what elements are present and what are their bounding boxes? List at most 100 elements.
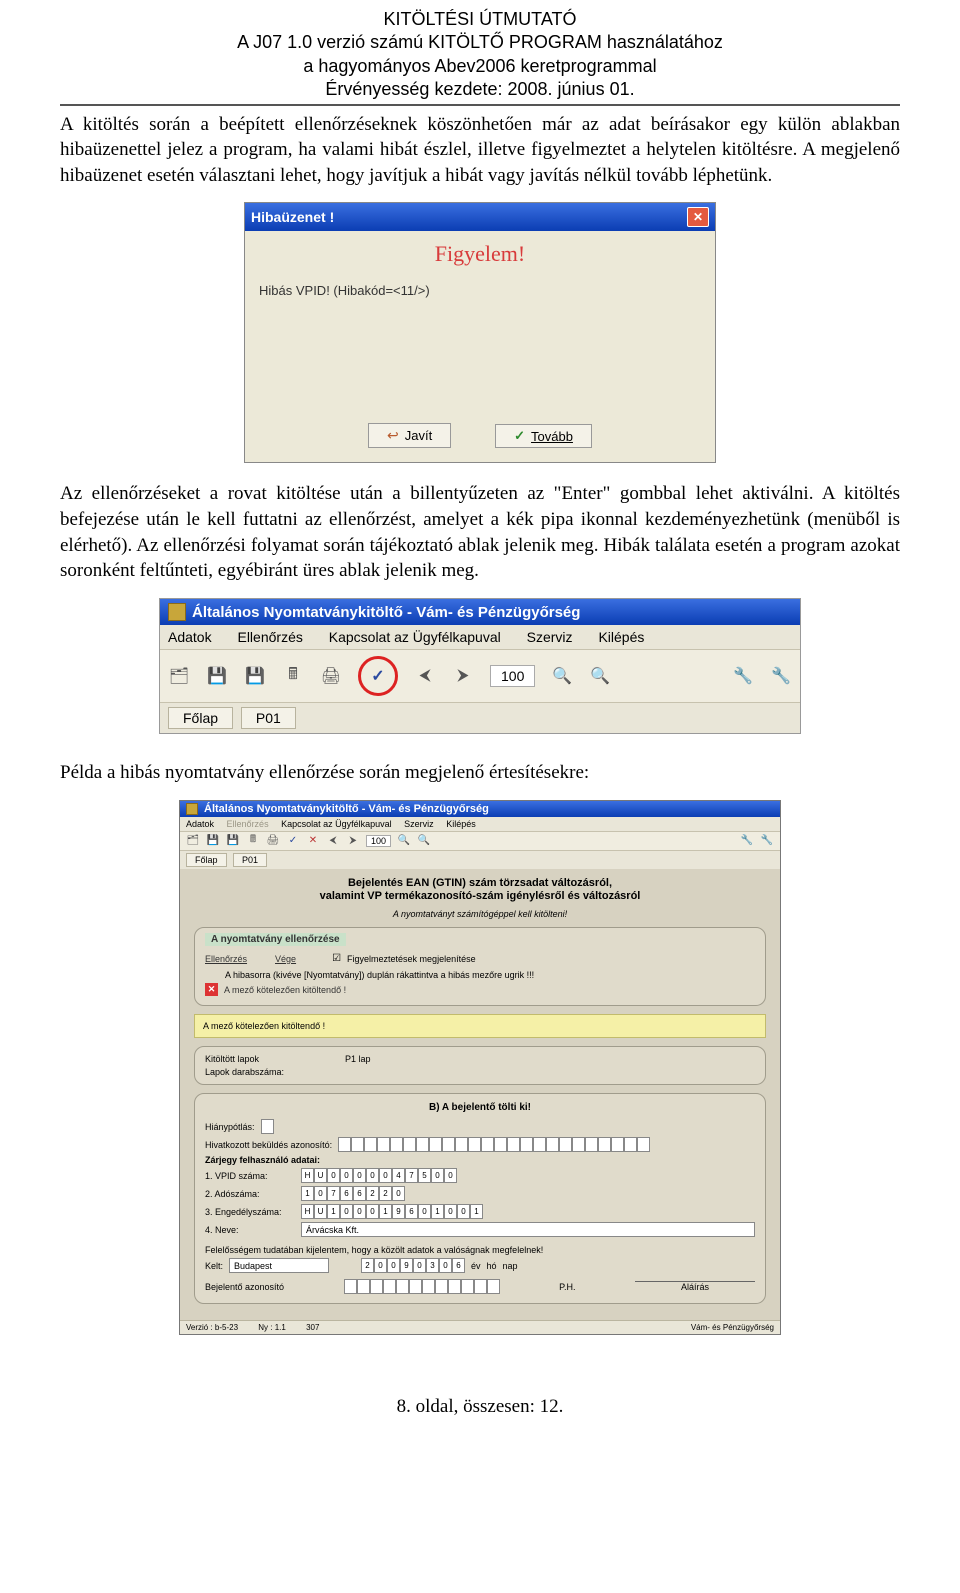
menu-szerviz[interactable]: Szerviz [527, 629, 573, 645]
menu-kapcsolat[interactable]: Kapcsolat az Ügyfélkapuval [329, 629, 501, 645]
tool-b-icon[interactable]: 🔧 [770, 665, 792, 687]
date-nap: nap [503, 1261, 518, 1271]
error-row-text[interactable]: A mező kötelezően kitöltendő ! [224, 985, 346, 995]
paragraph-2: Az ellenőrzéseket a rovat kitöltése után… [60, 481, 900, 584]
open-icon[interactable]: 🗂 [186, 834, 200, 848]
r1-label: 1. VPID száma: [205, 1171, 295, 1181]
next-button[interactable]: ✓ Tovább [495, 424, 592, 448]
next-button-label: Tovább [531, 429, 573, 444]
save-icon[interactable]: 💾 [206, 665, 228, 687]
header-line-3: a hagyományos Abev2006 keretprogrammal [60, 55, 900, 78]
zoomin-icon[interactable]: 🔍 [417, 834, 431, 848]
header-line-4: Érvényesség kezdete: 2008. június 01. [60, 78, 900, 101]
ph-text: P.H. [559, 1282, 575, 1292]
felelos-text: Felelősségem tudatában kijelentem, hogy … [205, 1245, 543, 1255]
tab-p01[interactable]: P01 [233, 853, 267, 867]
form-heading-1: Bejelentés EAN (GTIN) szám törzsadat vál… [194, 877, 766, 890]
check-icon[interactable]: ✓ [367, 665, 389, 687]
zoomout-icon[interactable]: 🔍 [397, 834, 411, 848]
calc-icon[interactable]: 🖩 [282, 665, 304, 687]
kelt-field[interactable]: Budapest [229, 1258, 329, 1273]
menu-szerviz[interactable]: Szerviz [404, 819, 434, 829]
saveas-icon[interactable]: 💾 [244, 665, 266, 687]
app-window: Általános Nyomtatványkitöltő - Vám- és P… [159, 598, 801, 734]
status-ny: Ny : 1.1 [258, 1323, 286, 1332]
zoomout-icon[interactable]: 🔍 [551, 665, 573, 687]
pages-groupbox: Kitöltött lapok P1 lap Lapok darabszáma: [194, 1046, 766, 1085]
menu-adatok[interactable]: Adatok [168, 629, 212, 645]
close-icon[interactable]: ✕ [687, 207, 709, 227]
app-title-text: Általános Nyomtatványkitöltő - Vám- és P… [192, 604, 580, 621]
hianyp-label: Hiánypótlás: [205, 1122, 255, 1132]
hivatk-label: Hivatkozott beküldés azonosító: [205, 1140, 332, 1150]
paragraph-3: Példa a hibás nyomtatvány ellenőrzése so… [60, 760, 900, 786]
warn-checkbox[interactable]: ☑ [332, 953, 341, 964]
kelt-label: Kelt: [205, 1261, 223, 1271]
app-menubar: Adatok Ellenőrzés Kapcsolat az Ügyfélkap… [160, 625, 800, 650]
check-vege-button[interactable]: Vége [275, 954, 296, 964]
date-boxes[interactable]: 20090306 [361, 1258, 465, 1273]
r3-label: 3. Engedélyszáma: [205, 1207, 295, 1217]
print-icon[interactable]: 🖨 [320, 665, 342, 687]
menu-adatok[interactable]: Adatok [186, 819, 214, 829]
header-rule [60, 104, 900, 106]
r2-label: 2. Adószáma: [205, 1189, 295, 1199]
page-footer: 8. oldal, összesen: 12. [60, 1396, 900, 1418]
calc-icon[interactable]: 🖩 [246, 834, 260, 848]
kitolt-label: Kitöltött lapok [205, 1054, 259, 1064]
date-ho: hó [487, 1261, 497, 1271]
save-icon[interactable]: 💾 [206, 834, 220, 848]
status-num: 307 [306, 1323, 319, 1332]
zoom-field[interactable]: 100 [366, 835, 391, 847]
dialog-title: Hibaüzenet ! [251, 209, 334, 225]
app-titlebar: Általános Nyomtatványkitöltő - Vám- és P… [160, 599, 800, 625]
fix-button[interactable]: ↩ Javít [368, 423, 451, 448]
section-b-group: B) A bejelentő tölti ki! Hiánypótlás: Hi… [194, 1093, 766, 1304]
cancel-icon[interactable]: ✕ [306, 834, 320, 848]
r1-boxes[interactable]: HU0000047500 [301, 1168, 457, 1183]
pagenext-icon[interactable]: ⮞ [452, 665, 474, 687]
tab-folap[interactable]: Főlap [168, 707, 233, 729]
bejazon-boxes[interactable] [344, 1279, 500, 1294]
hianyp-box[interactable] [261, 1119, 274, 1134]
form-italic-note: A nyomtatványt számítógéppel kell kitölt… [194, 909, 766, 919]
tab-folap[interactable]: Főlap [186, 853, 227, 867]
check-group-title: A nyomtatvány ellenőrzése [205, 933, 346, 946]
r4-field[interactable]: Árvácska Kft. [301, 1222, 755, 1237]
app-icon [168, 603, 186, 621]
date-ev: év [471, 1261, 481, 1271]
menu-kilepes[interactable]: Kilépés [446, 819, 476, 829]
form-statusbar: Verzió : b-5-23 Ny : 1.1 307 Vám- és Pén… [180, 1320, 780, 1334]
form-tabbar: Főlap P01 [180, 851, 780, 869]
print-icon[interactable]: 🖨 [266, 834, 280, 848]
menu-kilepes[interactable]: Kilépés [598, 629, 644, 645]
tool-b-icon[interactable]: 🔧 [760, 834, 774, 848]
dialog-titlebar: Hibaüzenet ! ✕ [245, 203, 715, 231]
menu-ellenorzes[interactable]: Ellenőrzés [237, 629, 302, 645]
check-ell-button[interactable]: Ellenőrzés [205, 954, 247, 964]
r2-boxes[interactable]: 10766220 [301, 1186, 405, 1201]
saveas-icon[interactable]: 💾 [226, 834, 240, 848]
pageprev-icon[interactable]: ⮜ [326, 834, 340, 848]
tab-p01[interactable]: P01 [241, 707, 296, 729]
form-window: Általános Nyomtatványkitöltő - Vám- és P… [179, 800, 781, 1335]
bejazon-label: Bejelentő azonosító [205, 1282, 284, 1292]
fix-button-label: Javít [405, 428, 432, 443]
check-circle-highlight: ✓ [358, 656, 398, 696]
pagenext-icon[interactable]: ⮞ [346, 834, 360, 848]
pageprev-icon[interactable]: ⮜ [414, 665, 436, 687]
hivatk-boxes[interactable] [338, 1137, 650, 1152]
form-title-text: Általános Nyomtatványkitöltő - Vám- és P… [204, 803, 489, 815]
paragraph-1: A kitöltés során a beépített ellenőrzése… [60, 112, 900, 189]
check-icon[interactable]: ✓ [286, 834, 300, 848]
tool-a-icon[interactable]: 🔧 [740, 834, 754, 848]
tool-a-icon[interactable]: 🔧 [732, 665, 754, 687]
app-icon [186, 803, 198, 815]
dialog-message: Hibás VPID! (Hibakód=<11/>) [245, 277, 715, 417]
form-titlebar: Általános Nyomtatványkitöltő - Vám- és P… [180, 801, 780, 817]
zoom-field[interactable]: 100 [490, 665, 535, 687]
r3-boxes[interactable]: HU100019601001 [301, 1204, 483, 1219]
open-icon[interactable]: 🗂 [168, 665, 190, 687]
zoomin-icon[interactable]: 🔍 [589, 665, 611, 687]
menu-kapcsolat[interactable]: Kapcsolat az Ügyfélkapuval [281, 819, 392, 829]
